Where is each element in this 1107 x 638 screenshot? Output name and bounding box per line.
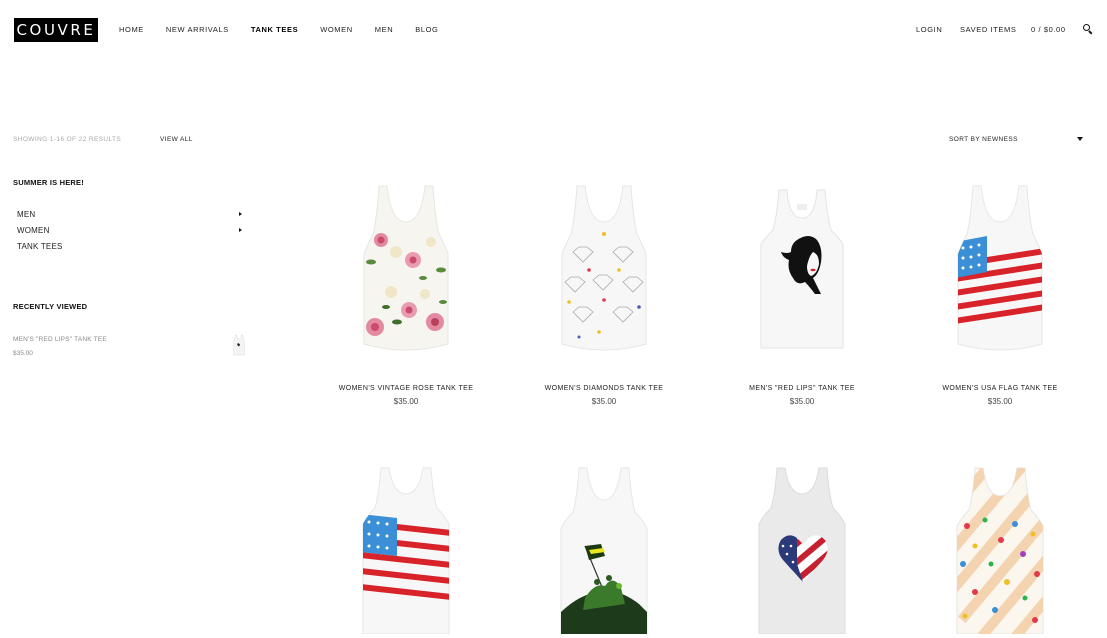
- category-list: MEN WOMEN TANK TEES: [17, 210, 245, 258]
- product-card[interactable]: [311, 464, 501, 638]
- category-item-tank-tees[interactable]: TANK TEES: [17, 242, 245, 258]
- category-label: TANK TEES: [17, 242, 63, 251]
- chevron-right-icon[interactable]: [239, 228, 242, 232]
- category-label: WOMEN: [17, 226, 50, 235]
- product-name[interactable]: WOMEN'S USA FLAG TANK TEE: [905, 385, 1095, 392]
- main-nav: HOME NEW ARRIVALS TANK TEES WOMEN MEN BL…: [119, 25, 461, 35]
- product-card[interactable]: [905, 464, 1095, 638]
- product-card[interactable]: WOMEN'S VINTAGE ROSE TANK TEE $35.00: [311, 182, 501, 412]
- product-image[interactable]: [549, 182, 659, 352]
- site-header: COUVRE HOME NEW ARRIVALS TANK TEES WOMEN…: [0, 0, 1107, 60]
- recently-viewed-heading: RECENTLY VIEWED: [13, 302, 88, 311]
- product-image[interactable]: [351, 464, 461, 634]
- nav-home[interactable]: HOME: [119, 25, 144, 35]
- product-name[interactable]: MEN'S "RED LIPS" TANK TEE: [707, 385, 897, 392]
- product-card[interactable]: [509, 464, 699, 638]
- search-icon[interactable]: [1083, 24, 1093, 35]
- recent-product-name[interactable]: MEN'S "RED LIPS" TANK TEE: [13, 336, 107, 343]
- login-link[interactable]: LOGIN: [916, 25, 942, 35]
- chevron-right-icon[interactable]: [239, 212, 242, 216]
- category-item-men[interactable]: MEN: [17, 210, 245, 226]
- results-count: SHOWING 1-16 OF 22 RESULTS: [13, 136, 122, 143]
- product-card[interactable]: WOMEN'S DIAMONDS TANK TEE $35.00: [509, 182, 699, 412]
- product-image[interactable]: [747, 182, 857, 352]
- product-image[interactable]: [945, 182, 1055, 352]
- product-card[interactable]: WOMEN'S USA FLAG TANK TEE $35.00: [905, 182, 1095, 412]
- product-price: $35.00: [393, 397, 419, 406]
- category-label: MEN: [17, 210, 36, 219]
- product-image[interactable]: [549, 464, 659, 634]
- product-name[interactable]: WOMEN'S DIAMONDS TANK TEE: [509, 385, 699, 392]
- recent-product-price: $35.00: [13, 350, 33, 357]
- product-image[interactable]: [747, 464, 857, 634]
- product-card[interactable]: MEN'S "RED LIPS" TANK TEE $35.00: [707, 182, 897, 412]
- chevron-down-icon: [1077, 137, 1083, 141]
- nav-tank-tees[interactable]: TANK TEES: [251, 25, 298, 35]
- nav-women[interactable]: WOMEN: [320, 25, 353, 35]
- product-price: $35.00: [789, 397, 815, 406]
- product-price: $35.00: [987, 397, 1013, 406]
- saved-items-link[interactable]: SAVED ITEMS: [960, 25, 1016, 35]
- product-image[interactable]: [351, 182, 461, 352]
- nav-men[interactable]: MEN: [375, 25, 393, 35]
- view-all-link[interactable]: VIEW ALL: [160, 136, 193, 143]
- nav-blog[interactable]: BLOG: [415, 25, 438, 35]
- product-card[interactable]: [707, 464, 897, 638]
- promo-heading: SUMMER IS HERE!: [13, 178, 84, 187]
- category-item-women[interactable]: WOMEN: [17, 226, 245, 242]
- sort-select-value: SORT BY NEWNESS: [949, 136, 1018, 143]
- nav-new-arrivals[interactable]: NEW ARRIVALS: [166, 25, 229, 35]
- product-name[interactable]: WOMEN'S VINTAGE ROSE TANK TEE: [311, 385, 501, 392]
- product-image[interactable]: [945, 464, 1055, 634]
- sort-select[interactable]: SORT BY NEWNESS: [949, 136, 1085, 143]
- product-price: $35.00: [591, 397, 617, 406]
- recent-product-thumbnail[interactable]: [232, 334, 246, 356]
- cart-link[interactable]: 0 / $0.00: [1031, 25, 1066, 35]
- site-logo[interactable]: COUVRE: [14, 18, 98, 42]
